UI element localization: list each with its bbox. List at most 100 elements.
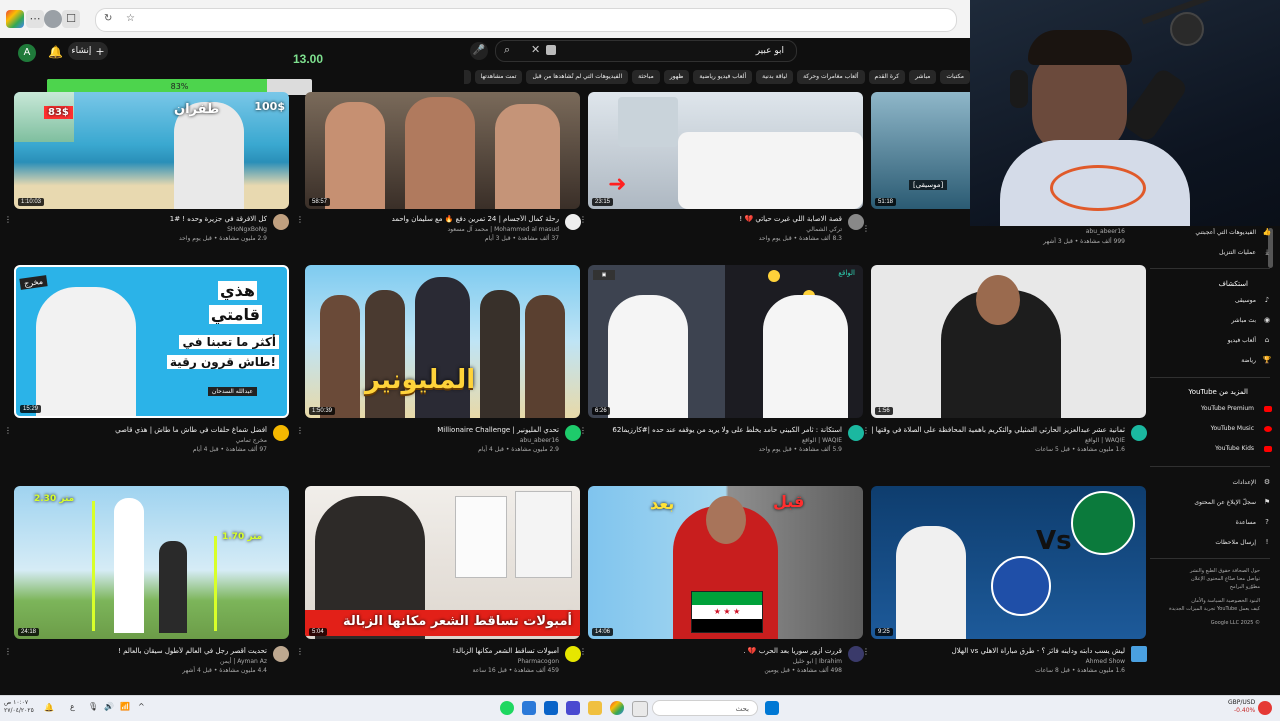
filter-chip[interactable]: مباشر	[909, 70, 937, 84]
taskbar-search[interactable]: بحث	[652, 700, 758, 716]
video-thumbnail[interactable]: [موسيقى] 51:18	[871, 92, 970, 209]
store-icon[interactable]	[632, 701, 648, 717]
create-button[interactable]: إنشاء +	[68, 42, 108, 60]
more-actions-icon[interactable]: ⋮	[862, 426, 870, 435]
channel-name[interactable]: abu_abeer16	[870, 228, 1125, 235]
video-title[interactable]: تحديت أقصر رجل في العالم لأطول سيقان بال…	[12, 647, 267, 655]
video-title[interactable]: تحدي المليونير | Millionaire Challenge	[304, 426, 559, 434]
menu-dots-icon[interactable]: ⋯	[26, 10, 44, 28]
edge-icon[interactable]	[522, 701, 536, 715]
channel-avatar[interactable]	[273, 214, 289, 230]
video-thumbnail[interactable]: Vs 9:25	[871, 486, 1146, 639]
filter-chip[interactable]: ظهور	[663, 70, 690, 84]
filter-chip[interactable]: ألعاب مغامرات وحركة	[797, 70, 865, 84]
filter-chip[interactable]: مباحثة	[632, 70, 660, 84]
more-actions-icon[interactable]: ⋮	[862, 224, 870, 233]
channel-avatar[interactable]	[273, 646, 289, 662]
sidebar-item-downloads[interactable]: ⤓عمليات التنزيل	[1148, 248, 1272, 257]
channel-name[interactable]: Ibrahim | ابو خليل	[587, 658, 842, 665]
video-thumbnail[interactable]: أمبولات تساقط الشعر مكانها الزبالة 5:04	[305, 486, 580, 639]
profile-icon[interactable]	[44, 10, 62, 28]
sidebar-item-liked[interactable]: 👍الفيديوهات التي أعجبتني	[1148, 228, 1272, 236]
video-thumbnail[interactable]: بعد قبل ★ ★ ★ 14:06	[588, 486, 863, 639]
taskbar-clock[interactable]: ١٠:٠٧ ص ٢٧/٠٤/٢٠٢٥	[4, 699, 34, 715]
sidebar-item-yt-premium[interactable]: YouTube Premium	[1148, 405, 1272, 412]
channel-name[interactable]: SHoNgxBoNg	[12, 226, 267, 233]
filter-chip[interactable]: محتوى جديد لك	[464, 70, 471, 84]
channel-name[interactable]: مخرج تمامي	[12, 437, 267, 444]
footer-links[interactable]: حول الصحافة حقوق الطبع والنشر	[1152, 567, 1260, 575]
sidebar-item-report[interactable]: ⚑سجلّ الإبلاغ عن المحتوى	[1148, 498, 1272, 506]
sidebar-item-music[interactable]: ♪موسيقى	[1148, 296, 1272, 304]
account-avatar[interactable]: A	[18, 44, 36, 62]
footer-links[interactable]: تواصل معنا صنّاع المحتوى الإعلان	[1152, 575, 1260, 583]
video-title[interactable]: كل الافرقة في جزيرة وحده ! #1	[12, 215, 267, 223]
search-icon[interactable]: ⌕	[504, 43, 510, 57]
more-actions-icon[interactable]: ⋮	[579, 647, 587, 656]
channel-name[interactable]: WAQIE | الواقع	[587, 437, 842, 444]
stock-ticker[interactable]: GBP/USD -0.40%	[1228, 699, 1255, 715]
filter-chip[interactable]: الفيديوهات التي لم تُشاهدها من قبل	[526, 70, 629, 84]
channel-avatar[interactable]	[273, 425, 289, 441]
sidebar-item-gaming[interactable]: ⌂ألعاب فيديو	[1148, 336, 1272, 344]
video-thumbnail[interactable]: مخرج هذي قامتي أكثر ما تعبنا في طاش قرون…	[14, 265, 289, 418]
footer-links[interactable]: البنود الخصوصية السياسة والأمان	[1152, 597, 1260, 605]
video-title[interactable]: أمبولات تساقط الشعر مكانها الزبالة!	[304, 647, 559, 655]
channel-name[interactable]: Pharmacogon	[304, 658, 559, 665]
chrome-icon[interactable]	[610, 701, 624, 715]
keyboard-icon[interactable]	[546, 45, 556, 55]
more-actions-icon[interactable]: ⋮	[862, 647, 870, 656]
filter-chip[interactable]: كرة القدم	[868, 70, 906, 84]
channel-name[interactable]: Ahmed Show	[870, 658, 1125, 665]
video-thumbnail[interactable]: 2.30 متر 1.70 متر 24:18	[14, 486, 289, 639]
video-title[interactable]: قصة الاصابة اللي غيرت حياتي 💔 !	[587, 215, 842, 223]
more-actions-icon[interactable]: ⋮	[4, 647, 12, 656]
video-title[interactable]: أفضل شماغ حلقات في طاش ما طاش | هذي قاصي	[12, 426, 267, 434]
bell-icon[interactable]: 🔔	[44, 703, 54, 712]
video-title[interactable]: رحلة كمال الأجسام | 24 تمرين دفع 🔥 مع سل…	[304, 215, 559, 223]
sidebar-item-yt-kids[interactable]: YouTube Kids	[1148, 445, 1272, 452]
more-actions-icon[interactable]: ⋮	[296, 647, 304, 656]
filter-chip[interactable]: ألعاب فيديو رياضية	[693, 70, 753, 84]
sidebar-item-sports[interactable]: 🏆رياضة	[1148, 356, 1272, 364]
filter-chip[interactable]: مكتبات	[940, 70, 970, 84]
more-actions-icon[interactable]: ⋮	[579, 215, 587, 224]
more-actions-icon[interactable]: ⋮	[296, 215, 304, 224]
video-thumbnail[interactable]: المليونير 1:50:39	[305, 265, 580, 418]
video-title[interactable]: استكانة : ثامر الكبيني حامد يخلط على ولا…	[587, 426, 842, 434]
reload-icon[interactable]: ↻	[104, 13, 112, 24]
video-thumbnail[interactable]: ▣ الواقع 6:26	[588, 265, 863, 418]
search-box[interactable]: ⌕ ✕	[495, 40, 797, 62]
more-actions-icon[interactable]: ⋮	[579, 426, 587, 435]
clear-search-icon[interactable]: ✕	[531, 43, 540, 56]
video-title[interactable]: ثمانية عشر عبدالعزيز الحارثي التمثيلي وا…	[870, 426, 1125, 434]
channel-name[interactable]: Mohammed al masud | محمد آل مسعود	[304, 226, 559, 233]
video-thumbnail[interactable]: 83$ طفران 100$ 1:10:03	[14, 92, 289, 209]
sidebar-item-live[interactable]: ◉بث مباشر	[1148, 316, 1272, 324]
sidebar-item-yt-music[interactable]: YouTube Music	[1148, 425, 1272, 432]
more-actions-icon[interactable]: ⋮	[4, 215, 12, 224]
more-actions-icon[interactable]: ⋮	[4, 426, 12, 435]
teams-icon[interactable]	[566, 701, 580, 715]
wifi-icon[interactable]: 📶	[120, 702, 130, 711]
video-thumbnail[interactable]: 1:56	[871, 265, 1146, 418]
footer-links[interactable]: كيف يعمل YouTube تجربة الميزات الجديدة	[1152, 605, 1260, 613]
channel-name[interactable]: Ayman Az | أيمن	[12, 658, 267, 665]
channel-avatar[interactable]	[1131, 425, 1147, 441]
video-thumbnail[interactable]: 58:57	[305, 92, 580, 209]
channel-name[interactable]: abu_abeer16	[304, 437, 559, 444]
spotify-icon[interactable]	[500, 701, 514, 715]
channel-avatar[interactable]	[1131, 646, 1147, 662]
video-title[interactable]: ليش يسب دابته وداينه فائز ؟ - طرق مباراة…	[870, 647, 1125, 655]
search-input[interactable]	[582, 43, 786, 59]
address-bar[interactable]: ↻ ☆	[95, 8, 957, 32]
filter-chip[interactable]: تمت مشاهدتها	[474, 70, 523, 84]
sidebar-item-feedback[interactable]: !إرسال ملاحظات	[1148, 538, 1272, 546]
language-indicator[interactable]: ع	[70, 702, 75, 711]
video-title[interactable]: قررت أزور سوريا بعد الحرب 💔 .	[587, 647, 842, 655]
browser-logo-icon[interactable]	[6, 10, 24, 28]
voice-search-mic-icon[interactable]: 🎤	[470, 42, 488, 60]
windows-start-icon[interactable]	[765, 701, 779, 715]
more-actions-icon[interactable]: ⋮	[296, 426, 304, 435]
star-icon[interactable]: ☆	[126, 13, 135, 24]
